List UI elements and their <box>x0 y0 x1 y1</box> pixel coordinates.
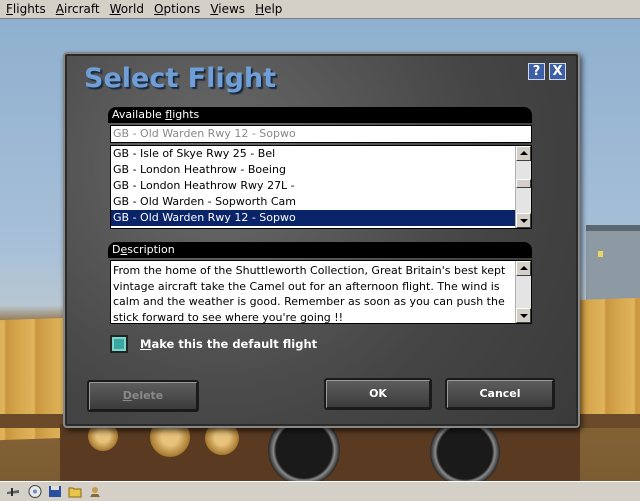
description-text: From the home of the Shuttleworth Collec… <box>113 264 506 324</box>
menu-views[interactable]: Views <box>206 0 251 18</box>
bottom-toolbar <box>0 481 640 501</box>
list-item-selected[interactable]: GB - Old Warden Rwy 12 - Sopwo <box>111 210 515 226</box>
default-flight-label[interactable]: Make this the default flight <box>140 337 317 351</box>
close-button[interactable]: X <box>549 63 566 80</box>
description-box[interactable]: From the home of the Shuttleworth Collec… <box>110 260 532 324</box>
available-flights-header: Available flights <box>108 107 532 123</box>
menu-bar: Flights Aircraft World Options Views Hel… <box>0 0 640 19</box>
menu-flights[interactable]: Flights <box>2 0 52 18</box>
menu-help[interactable]: Help <box>251 0 288 18</box>
menu-world[interactable]: World <box>106 0 150 18</box>
toolbar-pilot-icon[interactable] <box>88 485 102 498</box>
flights-list[interactable]: GB - Isle of Skye Rwy 25 - Bel GB - Lond… <box>110 145 532 229</box>
description-scrollbar[interactable] <box>515 261 531 323</box>
scroll-up-icon[interactable] <box>516 261 531 276</box>
list-item[interactable]: GB - London Heathrow - Boeing <box>111 162 515 178</box>
scroll-thumb[interactable] <box>516 179 531 188</box>
list-item[interactable]: GB - Old Warden - Sopworth Cam <box>111 194 515 210</box>
scroll-up-icon[interactable] <box>516 146 531 161</box>
description-header: Description <box>108 242 532 258</box>
menu-options[interactable]: Options <box>150 0 206 18</box>
flights-scrollbar[interactable] <box>515 146 531 228</box>
toolbar-disc-icon[interactable] <box>28 485 42 498</box>
dialog-title: Select Flight <box>84 63 277 94</box>
cancel-button[interactable]: Cancel <box>445 378 555 410</box>
toolbar-aircraft-icon[interactable] <box>6 485 20 498</box>
toolbar-save-icon[interactable] <box>48 485 62 498</box>
scroll-down-icon[interactable] <box>516 308 531 323</box>
list-item[interactable]: GB - Isle of Skye Rwy 25 - Bel <box>111 146 515 162</box>
default-flight-checkbox[interactable] <box>110 335 128 353</box>
delete-button[interactable]: Delete <box>87 380 199 412</box>
flight-search-field[interactable]: GB - Old Warden Rwy 12 - Sopwo <box>110 125 532 143</box>
toolbar-folder-icon[interactable] <box>68 485 82 498</box>
scroll-down-icon[interactable] <box>516 213 531 228</box>
help-button[interactable]: ? <box>528 63 545 80</box>
select-flight-dialog: Select Flight ? X Available flights GB -… <box>63 52 580 428</box>
ok-button[interactable]: OK <box>324 378 432 410</box>
list-item[interactable]: GB - London Heathrow Rwy 27L - <box>111 178 515 194</box>
hangar-window <box>598 251 603 257</box>
menu-aircraft[interactable]: Aircraft <box>52 0 106 18</box>
